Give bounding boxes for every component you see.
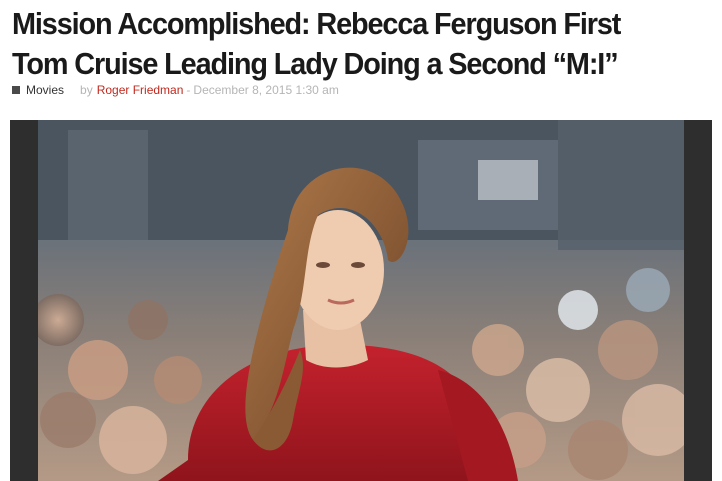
category-icon — [12, 86, 20, 94]
meta-separator: - — [186, 83, 191, 97]
publish-date: December 8, 2015 1:30 am — [193, 83, 339, 97]
article-title[interactable]: Mission Accomplished: Rebecca Ferguson F… — [12, 4, 663, 84]
author-link[interactable]: Roger Friedman — [97, 82, 184, 98]
featured-image[interactable] — [38, 120, 684, 481]
article-meta: Movies by Roger Friedman - December 8, 2… — [12, 82, 339, 98]
by-label: by — [80, 83, 93, 97]
photo-illustration — [38, 120, 684, 481]
category-link[interactable]: Movies — [26, 82, 64, 98]
featured-image-frame — [10, 120, 712, 481]
